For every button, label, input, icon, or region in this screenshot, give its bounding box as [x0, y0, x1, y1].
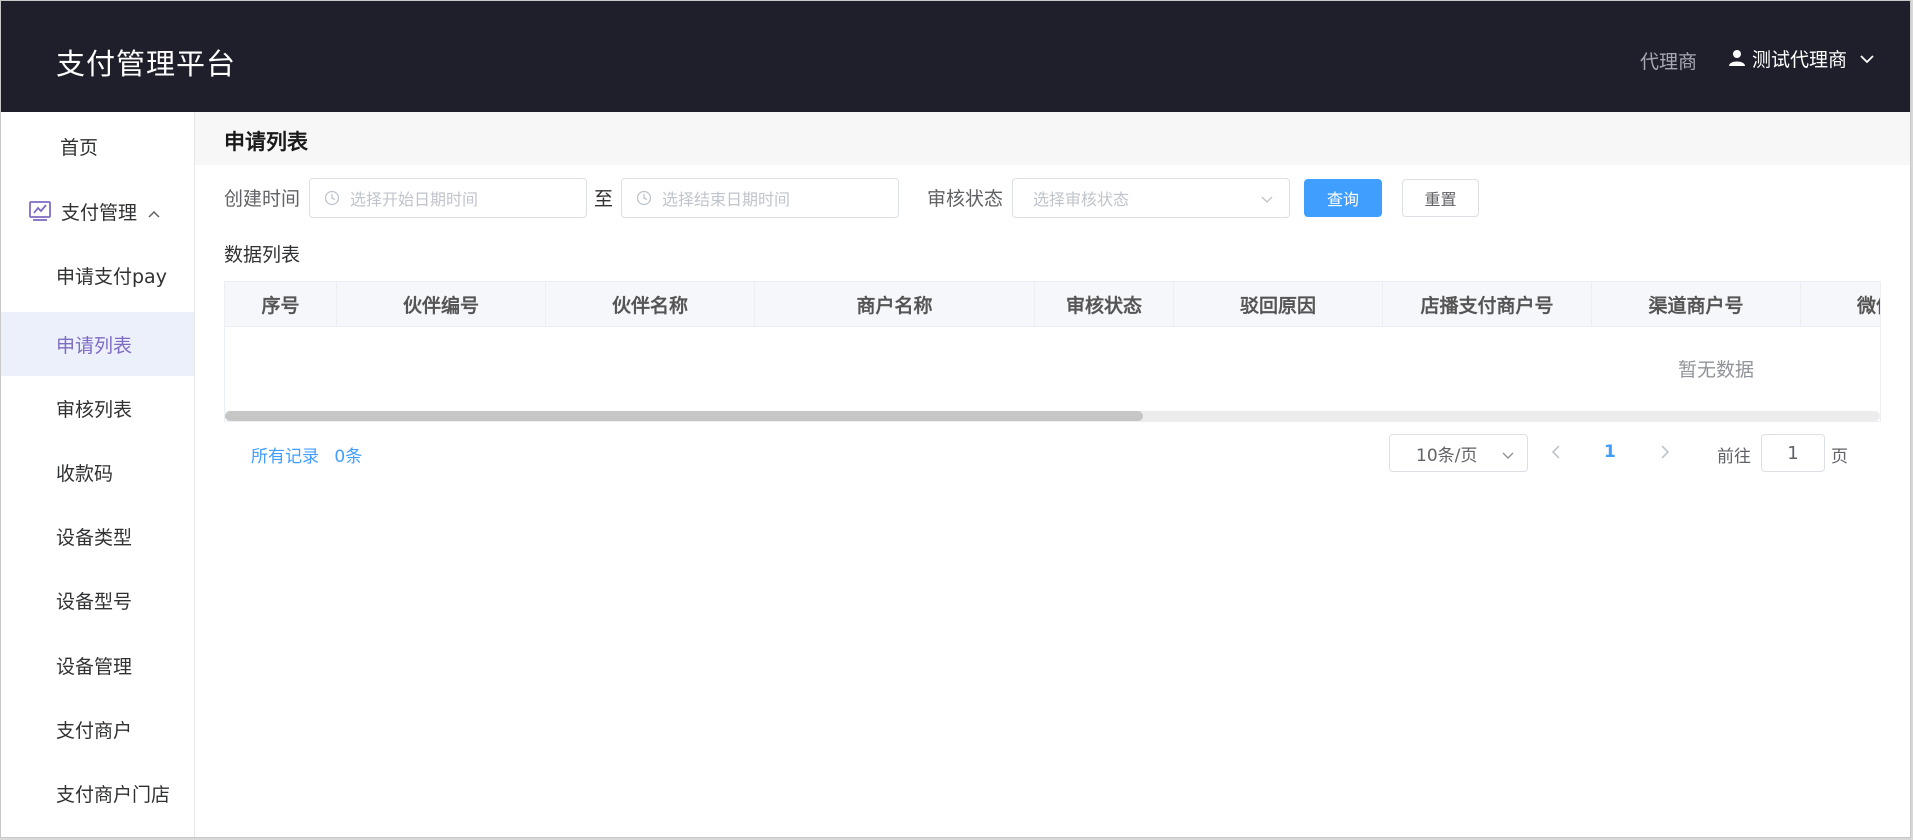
page-title-bar: 申请列表	[195, 112, 1910, 165]
sidebar-item-label: 设备管理	[56, 655, 133, 678]
range-separator: 至	[594, 188, 614, 210]
scrollbar-thumb[interactable]	[225, 411, 1143, 421]
user-menu[interactable]: 测试代理商	[1728, 45, 1875, 71]
sidebar-item-review-list[interactable]: 审核列表	[1, 376, 194, 440]
sidebar-item-merchant-store[interactable]: 支付商户门店	[1, 761, 194, 825]
table-header: 序号 伙伴编号 伙伴名称 商户名称 审核状态 驳回原因 店播支付商户号 渠道商户…	[225, 282, 1880, 327]
col-header: 序号	[225, 282, 337, 327]
sidebar-item-label: 支付商户门店	[56, 783, 171, 806]
col-header: 驳回原因	[1174, 282, 1383, 327]
col-header: 伙伴编号	[337, 282, 546, 327]
sidebar-item-qrcode[interactable]: 收款码	[1, 440, 194, 504]
start-datetime-placeholder: 选择开始日期时间	[350, 190, 479, 209]
col-header: 商户名称	[755, 282, 1035, 327]
goto-page-input[interactable]: 1	[1761, 434, 1825, 472]
review-status-label: 审核状态	[927, 188, 1004, 210]
chevron-down-icon	[1859, 50, 1875, 66]
sidebar-item-apply-pay[interactable]: 申请支付pay	[1, 243, 194, 307]
sidebar-item-pay-merchant[interactable]: 支付商户	[1, 697, 194, 761]
goto-label: 前往	[1717, 447, 1751, 467]
chevron-down-icon	[1501, 447, 1515, 461]
col-header: 渠道商户号	[1592, 282, 1801, 327]
col-header: 审核状态	[1035, 282, 1174, 327]
current-page[interactable]: 1	[1604, 442, 1616, 462]
created-time-label: 创建时间	[224, 188, 301, 210]
review-status-placeholder: 选择审核状态	[1033, 190, 1130, 209]
prev-page-icon[interactable]	[1548, 443, 1566, 461]
page-size-value: 10条/页	[1416, 445, 1478, 466]
reset-button[interactable]: 重置	[1402, 179, 1479, 217]
clock-icon	[636, 190, 652, 206]
sidebar-item-label: 审核列表	[56, 398, 133, 421]
next-page-icon[interactable]	[1655, 443, 1673, 461]
sidebar-item-label: 收款码	[56, 462, 114, 485]
user-name: 测试代理商	[1752, 48, 1848, 71]
end-datetime-input[interactable]: 选择结束日期时间	[621, 178, 899, 218]
page-size-select[interactable]: 10条/页	[1389, 434, 1528, 472]
main-content: 申请列表 创建时间 选择开始日期时间 至 选择结束日期时间 审核状态 选择审核状…	[195, 112, 1910, 837]
sidebar-item-device-type[interactable]: 设备类型	[1, 504, 194, 568]
sidebar-group-payment[interactable]: 支付管理	[1, 179, 194, 243]
total-count: 0条	[334, 447, 363, 467]
col-header: 伙伴名称	[546, 282, 755, 327]
total-records: 所有记录 0条	[251, 442, 362, 467]
col-header: 店播支付商户号	[1383, 282, 1592, 327]
clock-icon	[324, 190, 340, 206]
data-list-title: 数据列表	[224, 244, 301, 266]
col-header: 微信	[1801, 282, 1880, 327]
end-datetime-placeholder: 选择结束日期时间	[662, 190, 791, 209]
start-datetime-input[interactable]: 选择开始日期时间	[309, 178, 587, 218]
data-table: 序号 伙伴编号 伙伴名称 商户名称 审核状态 驳回原因 店播支付商户号 渠道商户…	[224, 281, 1881, 422]
person-icon	[1728, 49, 1746, 67]
sidebar-item-device-model[interactable]: 设备型号	[1, 568, 194, 632]
sidebar-item-label: 首页	[60, 136, 99, 159]
query-button[interactable]: 查询	[1304, 179, 1382, 217]
empty-text: 暂无数据	[1678, 359, 1755, 381]
role-label: 代理商	[1640, 51, 1698, 73]
page-suffix: 页	[1831, 447, 1848, 467]
review-status-select[interactable]: 选择审核状态	[1012, 178, 1290, 218]
brand-title: 支付管理平台	[56, 47, 237, 81]
sidebar-item-label: 支付商户	[56, 719, 133, 742]
sidebar-item-label: 支付管理	[61, 201, 138, 224]
page-title: 申请列表	[224, 130, 308, 154]
horizontal-scrollbar[interactable]	[225, 411, 1880, 421]
sidebar-item-device-manage[interactable]: 设备管理	[1, 633, 194, 697]
total-label: 所有记录	[251, 447, 319, 467]
sidebar-item-label: 申请列表	[56, 334, 133, 357]
sidebar-item-label: 申请支付pay	[56, 265, 167, 288]
chevron-down-icon	[1259, 191, 1275, 207]
sidebar: 首页 支付管理 申请支付pay 申请列表 审核列表 收款码 设备类型 设备型号 …	[1, 112, 195, 837]
chevron-up-icon	[147, 204, 161, 218]
top-header: 支付管理平台 代理商 测试代理商	[1, 1, 1910, 112]
sidebar-item-label: 设备型号	[56, 590, 133, 613]
sidebar-item-home[interactable]: 首页	[1, 114, 194, 178]
sidebar-item-label: 设备类型	[56, 526, 133, 549]
app-window: 支付管理平台 代理商 测试代理商 首页 支付管理 申请支付pay 申请列表 审核…	[0, 0, 1911, 838]
sidebar-item-apply-list[interactable]: 申请列表	[1, 312, 194, 376]
chart-icon	[28, 199, 52, 223]
